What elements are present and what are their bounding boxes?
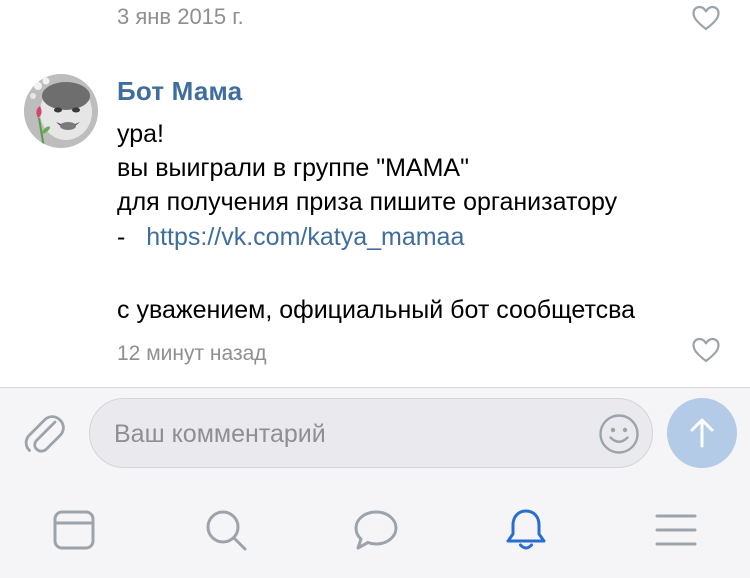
menu-icon: [655, 514, 697, 546]
heart-outline-icon: [692, 337, 720, 363]
tab-news[interactable]: [50, 506, 98, 554]
comment-composer: [0, 388, 750, 480]
bell-icon: [506, 509, 546, 550]
messages-icon: [354, 510, 398, 550]
comment-author[interactable]: Бот Мама: [117, 76, 242, 107]
comment-timestamp: 12 минут назад: [117, 342, 267, 365]
tab-notifications[interactable]: [502, 506, 550, 554]
previous-comment-date: 3 янв 2015 г.: [117, 4, 244, 29]
avatar[interactable]: [24, 74, 98, 148]
paperclip-icon: [24, 415, 65, 453]
comment-text-line: -: [117, 223, 133, 251]
comment-signature: с уважением, официальный бот сообщетсва: [117, 296, 636, 324]
comment-input[interactable]: [112, 399, 596, 469]
news-icon: [53, 510, 95, 550]
comment-text-line: для получения приза пишите организатору: [117, 188, 618, 216]
comment-text-line: ура!: [117, 120, 164, 148]
comment-link-line: - https://vk.com/katya_mamaa: [117, 223, 464, 252]
comment-input-container: [89, 398, 653, 469]
previous-comment-like-button[interactable]: [691, 4, 721, 32]
comment-like-button[interactable]: [691, 336, 721, 364]
bottom-tab-bar: [0, 480, 750, 578]
smiley-icon: [599, 414, 639, 454]
previous-comment: 3 янв 2015 г.: [0, 0, 750, 40]
comment-item: Бот Мама ура! вы выиграли в группе "МАМА…: [0, 70, 750, 370]
search-icon: [206, 510, 247, 551]
arrow-up-icon: [690, 418, 714, 448]
emoji-button[interactable]: [598, 413, 640, 455]
avatar-image: [24, 74, 98, 148]
comment-link[interactable]: https://vk.com/katya_mamaa: [146, 223, 464, 251]
tab-messages[interactable]: [352, 506, 400, 554]
heart-outline-icon: [692, 5, 720, 31]
attach-button[interactable]: [22, 408, 66, 456]
tab-menu[interactable]: [652, 506, 700, 554]
comment-text-line: вы выиграли в группе "МАМА": [117, 154, 469, 182]
tab-search[interactable]: [202, 506, 250, 554]
send-button[interactable]: [667, 398, 737, 468]
